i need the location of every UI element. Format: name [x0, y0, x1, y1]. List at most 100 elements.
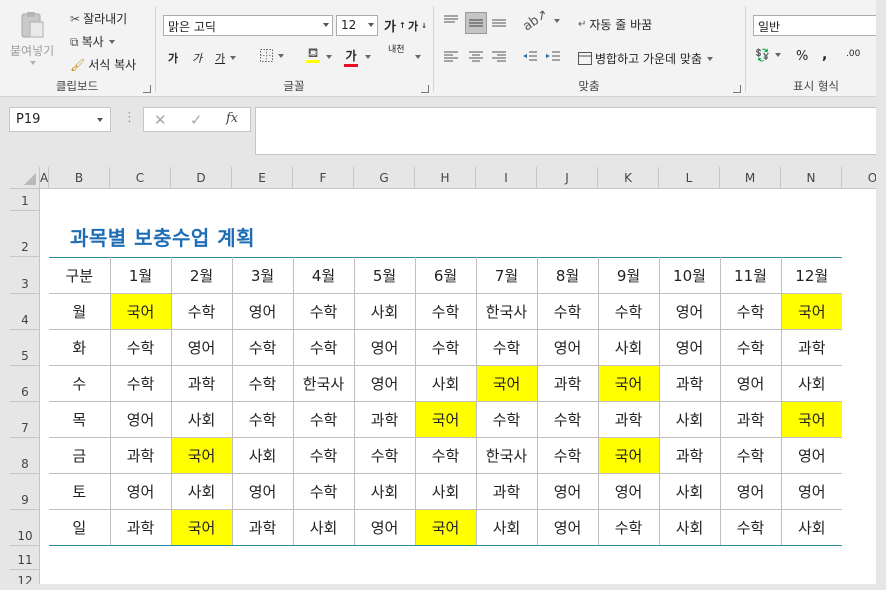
- paste-button[interactable]: 붙여넣기: [10, 10, 54, 65]
- subject-cell[interactable]: 영어: [780, 437, 842, 474]
- subject-cell[interactable]: 사회: [475, 509, 538, 546]
- subject-cell[interactable]: 영어: [658, 293, 721, 330]
- header-cell[interactable]: 12월: [780, 257, 842, 294]
- font-size-select[interactable]: 12: [336, 15, 378, 36]
- subject-cell[interactable]: 국어: [597, 437, 660, 474]
- subject-cell[interactable]: 과학: [719, 401, 782, 438]
- decrease-indent-button[interactable]: [522, 50, 538, 64]
- day-cell[interactable]: 목: [49, 401, 111, 438]
- cancel-icon[interactable]: ✕: [154, 111, 167, 129]
- day-cell[interactable]: 토: [49, 473, 111, 510]
- subject-cell[interactable]: 사회: [170, 473, 233, 510]
- subject-cell[interactable]: 사회: [170, 401, 233, 438]
- col-header[interactable]: K: [598, 167, 659, 189]
- increase-indent-button[interactable]: [545, 50, 561, 64]
- day-cell[interactable]: 금: [49, 437, 111, 474]
- subject-cell[interactable]: 수학: [536, 401, 599, 438]
- header-cell[interactable]: 7월: [475, 257, 538, 294]
- comma-style-button[interactable]: ,: [822, 47, 827, 63]
- day-cell[interactable]: 화: [49, 329, 111, 366]
- subject-cell[interactable]: 사회: [353, 473, 416, 510]
- row-header[interactable]: 10: [10, 510, 40, 546]
- subject-cell[interactable]: 한국사: [475, 293, 538, 330]
- col-header[interactable]: J: [537, 167, 598, 189]
- col-header[interactable]: D: [171, 167, 232, 189]
- number-format-select[interactable]: 일반: [753, 15, 886, 36]
- row-header[interactable]: 5: [10, 330, 40, 366]
- header-cell[interactable]: 2월: [170, 257, 233, 294]
- format-painter-button[interactable]: 🖌 서식 복사: [70, 56, 136, 73]
- wrap-text-button[interactable]: ↵ 자동 줄 바꿈: [578, 16, 652, 33]
- subject-cell[interactable]: 국어: [597, 365, 660, 402]
- row-header[interactable]: 7: [10, 402, 40, 438]
- day-cell[interactable]: 월: [49, 293, 111, 330]
- align-right-button[interactable]: [491, 50, 507, 64]
- subject-cell[interactable]: 과학: [170, 365, 233, 402]
- phonetic-button[interactable]: 내천: [388, 46, 405, 55]
- subject-cell[interactable]: 한국사: [475, 437, 538, 474]
- font-launcher-icon[interactable]: [421, 85, 429, 93]
- subject-cell[interactable]: 수학: [292, 473, 355, 510]
- col-header[interactable]: E: [232, 167, 293, 189]
- insert-function-icon[interactable]: fx: [226, 111, 238, 126]
- col-header[interactable]: N: [781, 167, 842, 189]
- subject-cell[interactable]: 한국사: [292, 365, 355, 402]
- row-header[interactable]: 4: [10, 294, 40, 330]
- align-bottom-button[interactable]: [491, 14, 507, 28]
- subject-cell[interactable]: 영어: [109, 401, 172, 438]
- header-cell[interactable]: 4월: [292, 257, 355, 294]
- col-header[interactable]: G: [354, 167, 415, 189]
- row-header[interactable]: 3: [10, 257, 40, 294]
- subject-cell[interactable]: 수학: [292, 293, 355, 330]
- subject-cell[interactable]: 국어: [109, 293, 172, 330]
- accounting-format-button[interactable]: 💱: [755, 49, 781, 61]
- row-header[interactable]: 11: [10, 546, 40, 570]
- row-header[interactable]: 12: [10, 570, 40, 584]
- col-header[interactable]: A: [40, 167, 49, 189]
- day-cell[interactable]: 일: [49, 509, 111, 546]
- subject-cell[interactable]: 영어: [231, 473, 294, 510]
- col-header[interactable]: B: [49, 167, 110, 189]
- header-cell[interactable]: 8월: [536, 257, 599, 294]
- subject-cell[interactable]: 수학: [536, 437, 599, 474]
- subject-cell[interactable]: 수학: [475, 329, 538, 366]
- subject-cell[interactable]: 과학: [597, 401, 660, 438]
- subject-cell[interactable]: 영어: [109, 473, 172, 510]
- subject-cell[interactable]: 수학: [536, 293, 599, 330]
- subject-cell[interactable]: 사회: [658, 473, 721, 510]
- orientation-button[interactable]: ab↗: [520, 7, 561, 34]
- subject-cell[interactable]: 국어: [414, 509, 477, 546]
- row-header[interactable]: 9: [10, 474, 40, 510]
- col-header[interactable]: M: [720, 167, 781, 189]
- header-cell[interactable]: 9월: [597, 257, 660, 294]
- align-center-button[interactable]: [468, 50, 484, 64]
- subject-cell[interactable]: 수학: [109, 365, 172, 402]
- subject-cell[interactable]: 국어: [780, 401, 842, 438]
- subject-cell[interactable]: 영어: [536, 329, 599, 366]
- subject-cell[interactable]: 영어: [353, 365, 416, 402]
- subject-cell[interactable]: 영어: [719, 473, 782, 510]
- font-color-button[interactable]: 가: [344, 47, 358, 67]
- subject-cell[interactable]: 영어: [231, 293, 294, 330]
- formula-input[interactable]: [255, 107, 886, 155]
- align-left-button[interactable]: [443, 50, 459, 64]
- subject-cell[interactable]: 영어: [353, 329, 416, 366]
- col-header[interactable]: L: [659, 167, 720, 189]
- subject-cell[interactable]: 사회: [414, 365, 477, 402]
- subject-cell[interactable]: 수학: [414, 293, 477, 330]
- col-header[interactable]: I: [476, 167, 537, 189]
- subject-cell[interactable]: 수학: [353, 437, 416, 474]
- enter-check-icon[interactable]: ✓: [190, 111, 203, 129]
- subject-cell[interactable]: 영어: [536, 473, 599, 510]
- font-name-select[interactable]: 맑은 고딕: [163, 15, 333, 36]
- subject-cell[interactable]: 영어: [597, 473, 660, 510]
- sheet-title[interactable]: 과목별 보충수업 계획: [70, 222, 255, 251]
- header-cell[interactable]: 5월: [353, 257, 416, 294]
- subject-cell[interactable]: 사회: [658, 509, 721, 546]
- subject-cell[interactable]: 수학: [292, 329, 355, 366]
- subject-cell[interactable]: 과학: [536, 365, 599, 402]
- alignment-launcher-icon[interactable]: [733, 85, 741, 93]
- cut-button[interactable]: ✂ 잘라내기: [70, 10, 127, 27]
- copy-button[interactable]: ⧉ 복사: [70, 33, 115, 50]
- subject-cell[interactable]: 수학: [170, 293, 233, 330]
